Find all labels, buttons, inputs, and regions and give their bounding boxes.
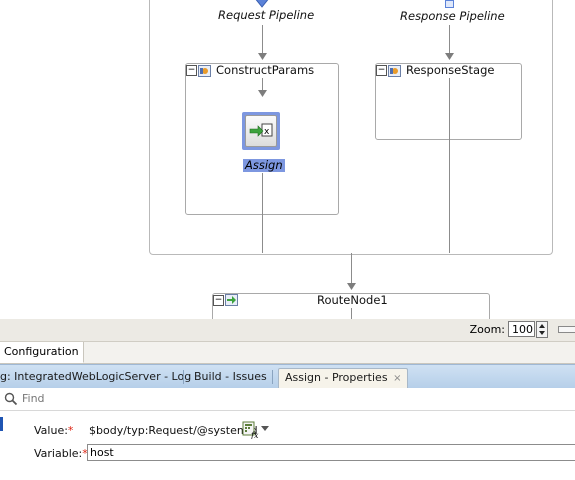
construct-params-title: ConstructParams (216, 63, 315, 77)
tab-separator (272, 370, 273, 384)
arrow-down-icon (445, 53, 454, 60)
collapse-icon[interactable]: − (213, 295, 224, 306)
close-icon[interactable]: × (393, 373, 401, 384)
request-exit-line (262, 173, 263, 253)
request-connector-line (262, 25, 263, 55)
response-stage-title: ResponseStage (406, 63, 495, 77)
tab-build-issues[interactable]: Build - Issues (194, 368, 267, 387)
variable-label: Variable:* (34, 447, 88, 460)
tab-assign-properties-label: Assign - Properties (285, 371, 388, 384)
stage-inner-connector (262, 78, 263, 90)
route-inner-line (351, 308, 352, 319)
assign-action-label[interactable]: Assign (243, 159, 285, 172)
log-window-tabs: g: IntegratedWebLogicServer - Log Build … (0, 364, 575, 389)
find-icon (4, 392, 18, 406)
find-bar: Find (0, 388, 575, 411)
assign-properties-panel: Value:* $body/typ:Request/@systemid fx V… (0, 411, 575, 480)
route-node-title: RouteNode1 (317, 293, 388, 307)
route-icon (225, 294, 238, 306)
response-connector-line (449, 25, 450, 55)
tab-separator (183, 370, 184, 384)
zoom-toolbar: Zoom: 100 (0, 319, 575, 342)
svg-text:fx: fx (250, 431, 259, 439)
collapse-icon[interactable]: − (186, 65, 197, 76)
value-expression[interactable]: $body/typ:Request/@systemid (89, 424, 258, 437)
pipeline-canvas[interactable]: Request Pipeline Response Pipeline − Con… (0, 0, 575, 319)
route-connector-line (351, 253, 352, 283)
arrow-down-icon (258, 53, 267, 60)
arrow-down-icon (347, 283, 356, 290)
zoom-input[interactable]: 100 (508, 321, 535, 337)
tab-server-log[interactable]: g: IntegratedWebLogicServer - Log (0, 368, 191, 387)
collapse-icon[interactable]: − (376, 65, 387, 76)
find-input[interactable]: Find (22, 390, 45, 408)
dropdown-arrow-icon[interactable] (261, 426, 270, 432)
required-mark: * (67, 424, 74, 437)
zoom-slider[interactable] (558, 326, 575, 333)
diamond-icon (255, 0, 269, 8)
variable-field[interactable]: host (87, 444, 575, 461)
response-marker-icon (445, 0, 454, 8)
expression-editor-icon[interactable]: fx (242, 421, 260, 439)
stage-icon (388, 65, 401, 77)
panel-left-edge (0, 417, 3, 431)
zoom-label: Zoom: (469, 323, 505, 336)
response-pipeline-label: Response Pipeline (400, 9, 505, 23)
response-exit-line (449, 78, 450, 253)
editor-tab-strip: Configuration (0, 342, 575, 364)
spinner-icon[interactable] (536, 321, 548, 338)
request-pipeline-label: Request Pipeline (218, 8, 315, 22)
svg-text:x: x (264, 127, 270, 137)
arrow-down-icon (258, 90, 267, 97)
tab-assign-properties[interactable]: Assign - Properties × (278, 368, 409, 388)
tab-configuration[interactable]: Configuration (0, 342, 84, 363)
assign-icon: x (245, 115, 277, 147)
stage-icon (198, 65, 211, 77)
assign-action-selection[interactable]: x (242, 112, 280, 150)
value-label: Value:* (34, 424, 74, 437)
